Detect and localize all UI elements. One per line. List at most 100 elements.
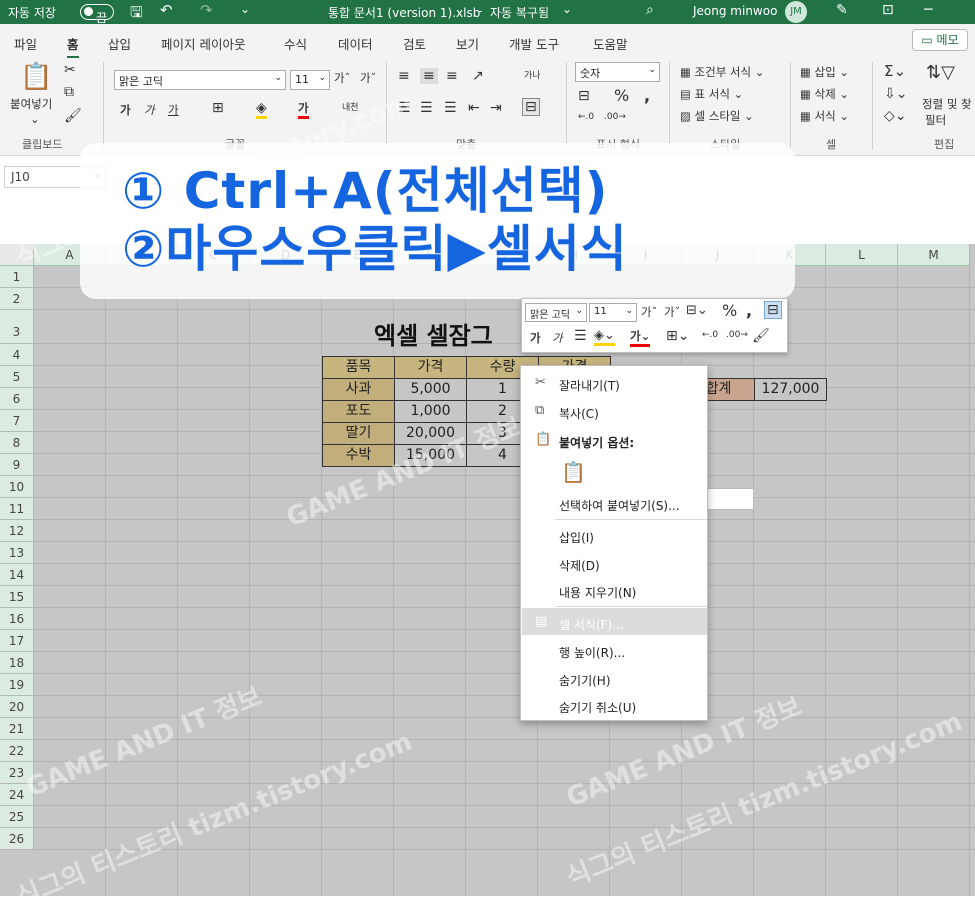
row-header[interactable]: 18	[0, 652, 34, 674]
orientation-icon[interactable]: ↗	[472, 68, 484, 84]
format-painter-icon[interactable]: 🖌	[752, 328, 770, 344]
row-header[interactable]: 7	[0, 410, 34, 432]
percent-icon[interactable]: %	[722, 301, 737, 320]
font-color-icon[interactable]: 가	[298, 100, 309, 119]
font-name-select[interactable]: 맑은 고딕 ⌄	[114, 70, 286, 90]
menu-item-paste-special[interactable]: 선택하여 붙여넣기(S)...	[559, 497, 680, 514]
table-cell[interactable]: 1,000	[394, 400, 467, 423]
table-cell[interactable]: 포도	[322, 400, 395, 423]
table-header-cell[interactable]: 가격	[394, 356, 467, 379]
align-bottom-icon[interactable]: ≡	[446, 68, 458, 84]
row-header[interactable]: 20	[0, 696, 34, 718]
tab-insert[interactable]: 삽입	[108, 34, 131, 53]
increase-decimal-icon[interactable]: ←.0	[578, 112, 594, 122]
decrease-decimal-icon[interactable]: .00→	[726, 330, 748, 340]
increase-indent-icon[interactable]: ⇥	[490, 100, 502, 116]
row-header[interactable]: 6	[0, 388, 34, 410]
insert-cells-button[interactable]: ▦ 삽입 ⌄	[800, 64, 849, 80]
decrease-font-icon[interactable]: 가ˇ	[360, 70, 376, 86]
paste-dropdown-icon[interactable]: ⌄	[30, 112, 40, 126]
conditional-format-button[interactable]: ▦ 조건부 서식 ⌄	[680, 64, 764, 80]
table-format-button[interactable]: ▤ 표 서식 ⌄	[680, 86, 743, 102]
fill-color-icon[interactable]: ◈	[256, 100, 267, 119]
font-color-icon[interactable]: 가⌄	[630, 328, 651, 347]
customize-qat-icon[interactable]: ⌄	[240, 2, 250, 16]
tab-view[interactable]: 보기	[456, 34, 479, 53]
row-header[interactable]: 4	[0, 344, 34, 366]
table-header-cell[interactable]: 품목	[322, 356, 395, 379]
row-header[interactable]: 11	[0, 498, 34, 520]
row-header[interactable]: 25	[0, 806, 34, 828]
decrease-font-icon[interactable]: 가ˇ	[664, 304, 680, 320]
tab-developer[interactable]: 개발 도구	[509, 34, 559, 53]
align-center-icon[interactable]: ☰	[574, 328, 587, 344]
avatar[interactable]: JM	[785, 1, 807, 23]
copy-icon[interactable]: ⧉	[64, 84, 74, 100]
merge-center-icon[interactable]: ⊟	[764, 301, 782, 319]
row-header[interactable]: 17	[0, 630, 34, 652]
accounting-icon[interactable]: ⊟	[578, 88, 590, 104]
tab-data[interactable]: 데이터	[338, 34, 373, 53]
cell-style-button[interactable]: ▨ 셀 스타일 ⌄	[680, 108, 754, 124]
increase-font-icon[interactable]: 가ˆ	[334, 70, 350, 86]
undo-icon[interactable]: ↶	[160, 1, 173, 19]
sort-filter-icon[interactable]: ⇅▽	[926, 62, 955, 83]
border-icon[interactable]: ⊞⌄	[666, 328, 689, 344]
row-header[interactable]: 22	[0, 740, 34, 762]
fill-color-icon[interactable]: ◈⌄	[594, 328, 615, 346]
table-cell[interactable]: 5,000	[394, 378, 467, 401]
percent-icon[interactable]: %	[614, 86, 629, 105]
row-header[interactable]: 21	[0, 718, 34, 740]
align-right-icon[interactable]: ☰	[444, 100, 457, 116]
italic-icon[interactable]: 가	[144, 102, 155, 118]
filter-label[interactable]: 필터	[925, 112, 946, 128]
menu-item-copy[interactable]: 복사(C)	[559, 405, 599, 422]
tab-formulas[interactable]: 수식	[284, 34, 307, 53]
minimize-icon[interactable]: ─	[924, 2, 932, 18]
wrap-text-icon[interactable]: 가나	[524, 68, 541, 81]
sort-filter-label[interactable]: 정렬 및 찾	[922, 96, 972, 112]
pen-icon[interactable]: ✎	[836, 2, 848, 18]
recovery-label[interactable]: 자동 복구됨	[490, 4, 549, 21]
paste-label[interactable]: 붙여넣기	[10, 96, 52, 112]
number-format-select[interactable]: 숫자 ⌄	[575, 62, 660, 82]
align-center-icon[interactable]: ☰	[420, 100, 433, 116]
mini-font-name-select[interactable]: 맑은 고딕 ⌄	[525, 303, 587, 322]
paste-option-icon[interactable]: 📋	[561, 460, 586, 484]
row-header[interactable]: 12	[0, 520, 34, 542]
underline-icon[interactable]: 가	[168, 102, 179, 118]
ribbon-display-icon[interactable]: ⊡	[882, 2, 894, 18]
increase-font-icon[interactable]: 가ˆ	[641, 304, 657, 320]
worksheet-grid[interactable]: A B C D E F G H I J K L M 12345678910111…	[0, 244, 975, 896]
border-icon[interactable]: ⊞	[212, 100, 224, 116]
comma-icon[interactable]: ,	[644, 86, 650, 105]
merge-center-icon[interactable]: ⊟	[522, 98, 540, 116]
column-header[interactable]: L	[826, 244, 898, 266]
row-header[interactable]: 9	[0, 454, 34, 476]
tab-page-layout[interactable]: 페이지 레이아웃	[161, 34, 245, 53]
increase-decimal-icon[interactable]: ←.0	[702, 330, 718, 340]
chevron-down-icon[interactable]: ⌄	[562, 2, 572, 16]
row-header[interactable]: 19	[0, 674, 34, 696]
menu-item-delete[interactable]: 삭제(D)	[559, 557, 600, 574]
menu-item-cut[interactable]: 잘라내기(T)	[559, 377, 620, 394]
table-cell[interactable]: 사과	[322, 378, 395, 401]
tab-file[interactable]: 파일	[14, 34, 37, 53]
sheet-title[interactable]: 엑셀 셀잠그	[374, 316, 493, 351]
comma-icon[interactable]: ,	[746, 301, 752, 320]
redo-icon[interactable]: ↷	[200, 1, 213, 19]
bold-icon[interactable]: 가	[120, 102, 131, 118]
clear-icon[interactable]: ◇⌄	[884, 108, 907, 124]
autosave-toggle[interactable]: 끔	[80, 4, 114, 25]
row-header[interactable]: 13	[0, 542, 34, 564]
row-header[interactable]: 5	[0, 366, 34, 388]
align-middle-icon[interactable]: ≡	[420, 68, 438, 84]
column-header[interactable]: M	[898, 244, 970, 266]
menu-item-unhide[interactable]: 숨기기 취소(U)	[559, 699, 636, 716]
row-header[interactable]: 16	[0, 608, 34, 630]
paste-icon[interactable]: 📋	[20, 62, 52, 92]
mini-font-size-select[interactable]: 11 ⌄	[589, 303, 637, 322]
row-header[interactable]: 26	[0, 828, 34, 850]
total-value-cell[interactable]: 127,000	[754, 378, 827, 401]
menu-item-format-cells[interactable]: 셀 서식(F)...	[559, 616, 624, 633]
